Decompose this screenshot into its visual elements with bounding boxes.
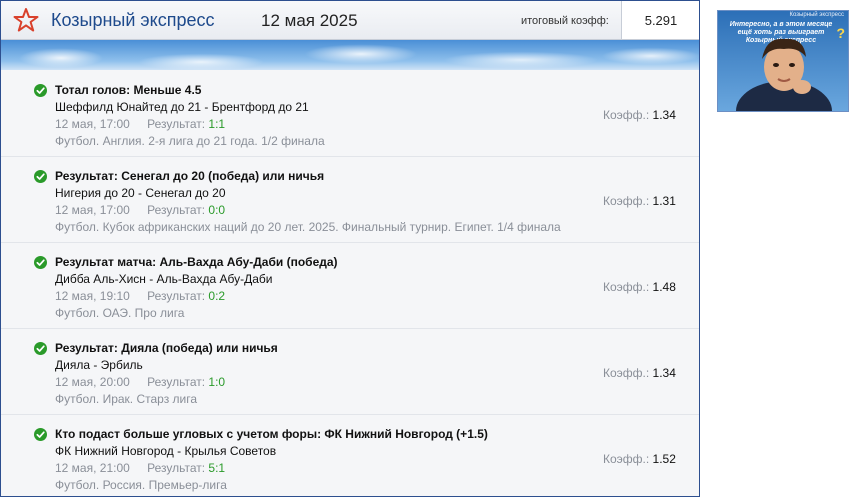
bet-item: Кто подаст больше угловых с учетом форы:… — [1, 415, 699, 496]
bet-teams[interactable]: Дияла - Эрбиль — [55, 358, 143, 372]
result-label: Результат: — [147, 117, 206, 131]
bet-datetime: 12 мая, 21:00 — [55, 461, 130, 475]
bet-odd: Коэфф.: 1.52 — [603, 452, 676, 466]
bet-item: Результат: Дияла (победа) или ничья Диял… — [1, 329, 699, 415]
coef-value: 1.34 — [652, 366, 676, 380]
check-circle-icon — [34, 84, 47, 97]
express-widget: Козырный экспресс 12 мая 2025 итоговый к… — [0, 0, 700, 497]
bet-item: Результат матча: Аль-Вахда Абу-Даби (поб… — [1, 243, 699, 329]
bet-league: Футбол. Кубок африканских наций до 20 ле… — [55, 220, 561, 234]
bet-teams[interactable]: Нигерия до 20 - Сенегал до 20 — [55, 186, 226, 200]
check-circle-icon — [34, 256, 47, 269]
check-circle-icon — [34, 428, 47, 441]
bet-teams[interactable]: Шеффилд Юнайтед до 21 - Брентфорд до 21 — [55, 100, 309, 114]
bet-meta: 12 мая, 19:10 Результат: 0:2 — [55, 289, 225, 303]
bet-market: Результат: Сенегал до 20 (победа) или ни… — [55, 169, 325, 183]
check-circle-icon — [34, 170, 47, 183]
bet-odd: Коэфф.: 1.31 — [603, 194, 676, 208]
page-title: Козырный экспресс — [51, 10, 215, 30]
check-circle-icon — [34, 342, 47, 355]
total-coef-value: 5.291 — [621, 1, 699, 39]
bet-meta: 12 мая, 17:00 Результат: 1:1 — [55, 117, 225, 131]
coef-label: Коэфф.: — [603, 194, 650, 208]
bet-meta: 12 мая, 21:00 Результат: 5:1 — [55, 461, 225, 475]
result-label: Результат: — [147, 461, 206, 475]
coef-value: 1.48 — [652, 280, 676, 294]
bet-market: Результат: Дияла (победа) или ничья — [55, 341, 278, 355]
bet-meta: 12 мая, 20:00 Результат: 1:0 — [55, 375, 225, 389]
star-icon — [13, 8, 39, 32]
express-date: 12 мая 2025 — [261, 11, 358, 30]
bet-league: Футбол. Ирак. Старз лига — [55, 392, 198, 406]
ad-banner[interactable]: Козырный экспресс Интересно, а в этом ме… — [717, 10, 849, 112]
coef-label: Коэфф.: — [603, 366, 650, 380]
result-label: Результат: — [147, 375, 206, 389]
bet-odd: Коэфф.: 1.48 — [603, 280, 676, 294]
bet-item: Результат: Сенегал до 20 (победа) или ни… — [1, 157, 699, 243]
bet-market: Кто подаст больше угловых с учетом форы:… — [55, 427, 488, 441]
bet-odd: Коэфф.: 1.34 — [603, 366, 676, 380]
widget-header: Козырный экспресс 12 мая 2025 итоговый к… — [1, 1, 699, 40]
bet-teams[interactable]: Дибба Аль-Хисн - Аль-Вахда Абу-Даби — [55, 272, 273, 286]
total-coef-label: итоговый коэфф: — [521, 15, 609, 27]
bet-market: Тотал голов: Меньше 4.5 — [55, 83, 202, 97]
bet-datetime: 12 мая, 17:00 — [55, 117, 130, 131]
result-label: Результат: — [147, 203, 206, 217]
coef-label: Коэфф.: — [603, 108, 650, 122]
bet-teams[interactable]: ФК Нижний Новгород - Крылья Советов — [55, 444, 276, 458]
bet-league: Футбол. ОАЭ. Про лига — [55, 306, 185, 320]
coef-label: Коэфф.: — [603, 280, 650, 294]
bet-datetime: 12 мая, 17:00 — [55, 203, 130, 217]
bet-league: Футбол. Россия. Премьер-лига — [55, 478, 227, 492]
coef-value: 1.52 — [652, 452, 676, 466]
bet-score: 1:1 — [208, 117, 226, 131]
sky-banner — [1, 40, 699, 70]
thinking-man-illustration — [736, 38, 832, 111]
coef-label: Коэфф.: — [603, 452, 650, 466]
bet-score: 1:0 — [208, 375, 226, 389]
bet-league: Футбол. Англия. 2-я лига до 21 года. 1/2… — [55, 134, 325, 148]
bet-score: 5:1 — [208, 461, 226, 475]
coef-value: 1.31 — [652, 194, 676, 208]
bet-datetime: 12 мая, 20:00 — [55, 375, 130, 389]
bet-score: 0:2 — [208, 289, 226, 303]
bet-market: Результат матча: Аль-Вахда Абу-Даби (поб… — [55, 255, 338, 269]
bet-score: 0:0 — [208, 203, 226, 217]
coef-value: 1.34 — [652, 108, 676, 122]
bet-meta: 12 мая, 17:00 Результат: 0:0 — [55, 203, 225, 217]
bet-datetime: 12 мая, 19:10 — [55, 289, 130, 303]
bet-item: Тотал голов: Меньше 4.5 Шеффилд Юнайтед … — [1, 71, 699, 157]
bet-list: Тотал голов: Меньше 4.5 Шеффилд Юнайтед … — [1, 71, 699, 496]
total-coef-number: 5.291 — [644, 12, 678, 28]
bet-odd: Коэфф.: 1.34 — [603, 108, 676, 122]
result-label: Результат: — [147, 289, 206, 303]
